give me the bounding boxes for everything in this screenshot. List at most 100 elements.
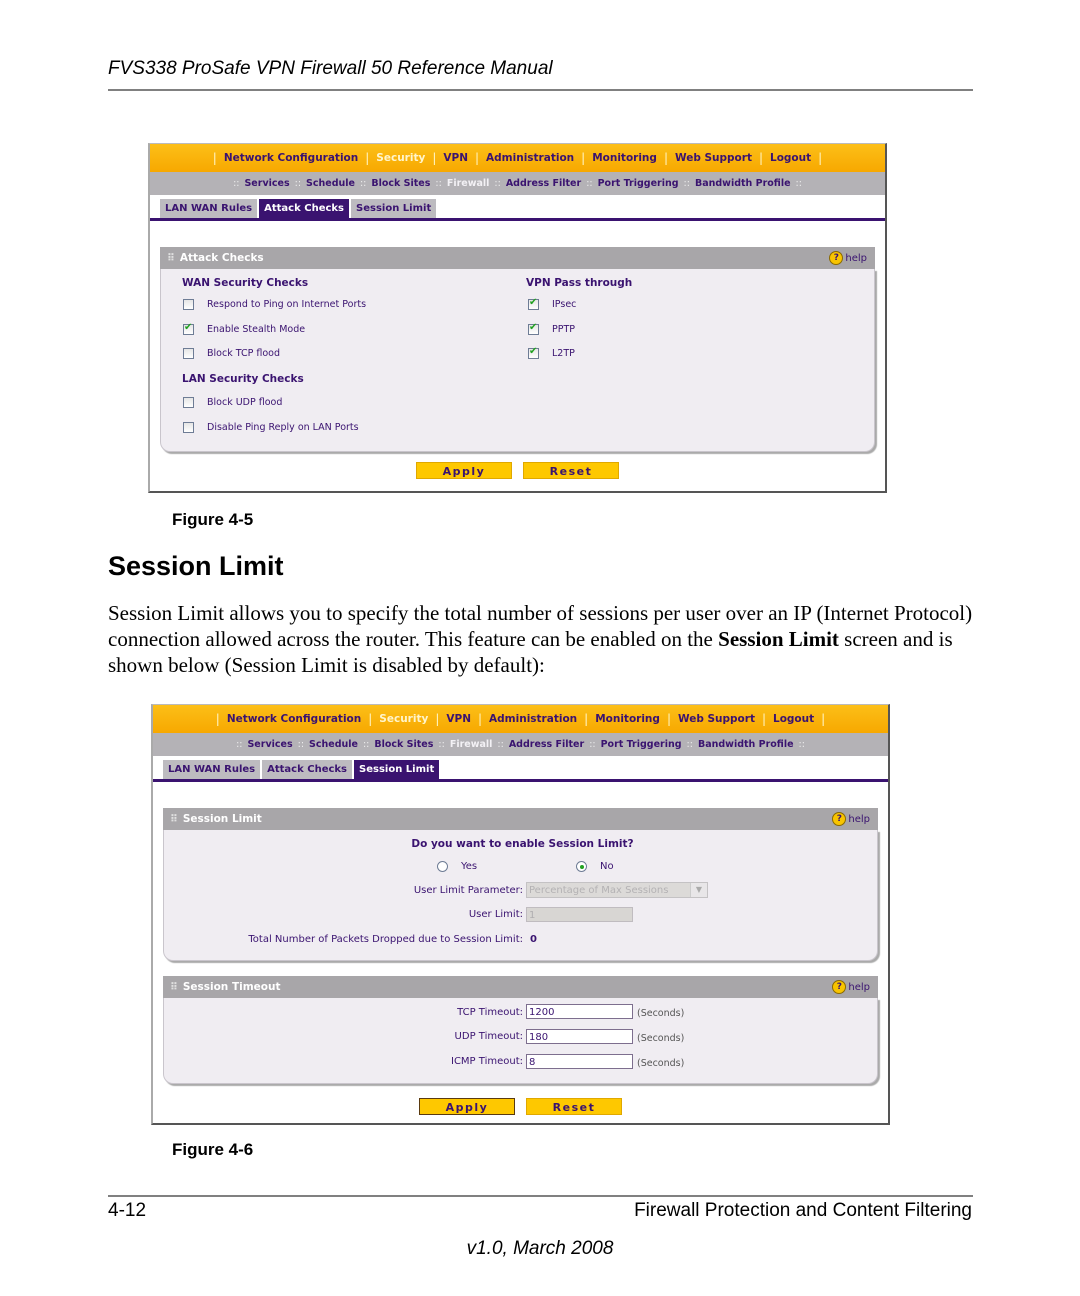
tab-session-limit[interactable]: Session Limit [351, 199, 437, 218]
nav-item-web-support[interactable]: Web Support [675, 152, 752, 164]
header-rule [108, 89, 973, 91]
chapter-title: Firewall Protection and Content Filterin… [634, 1200, 972, 1221]
subnav-item-bandwidth-profile[interactable]: Bandwidth Profile [698, 739, 794, 750]
subnav-item-firewall[interactable]: Firewall [450, 739, 493, 750]
icmp-timeout-label: ICMP Timeout: [451, 1056, 523, 1067]
checkbox[interactable] [528, 297, 539, 310]
nav-item-monitoring[interactable]: Monitoring [595, 713, 660, 725]
apply-button[interactable]: Apply [416, 462, 512, 479]
sub-nav: :: Services:: Schedule:: Block Sites:: Firew… [150, 172, 885, 195]
nav-item-monitoring[interactable]: Monitoring [592, 152, 657, 164]
user-limit-parameter-select[interactable]: Percentage of Max Sessions ▼ [526, 882, 708, 898]
reset-button[interactable]: Reset [526, 1098, 622, 1115]
grip-icon: ⠿ [167, 252, 175, 264]
checkbox-label: Disable Ping Reply on LAN Ports [207, 421, 359, 433]
radio-button-yes[interactable] [437, 861, 448, 872]
checkbox-row[interactable]: IPsec [528, 297, 576, 310]
checkbox[interactable] [183, 421, 194, 433]
nav-item-administration[interactable]: Administration [486, 152, 574, 164]
nav-item-network-configuration[interactable]: Network Configuration [224, 152, 358, 164]
help-label: help [848, 813, 870, 825]
checkbox[interactable] [183, 322, 194, 335]
nav-separator: | [212, 151, 217, 165]
figure-caption-4-5: Figure 4-5 [172, 510, 254, 529]
reset-button[interactable]: Reset [523, 462, 619, 479]
subnav-item-port-triggering[interactable]: Port Triggering [598, 178, 679, 189]
checkbox-row[interactable]: Block UDP flood [183, 397, 282, 408]
tab-lan-wan-rules[interactable]: LAN WAN Rules [163, 760, 261, 779]
subnav-item-address-filter[interactable]: Address Filter [506, 178, 581, 189]
checkbox-row[interactable]: Block TCP flood [183, 348, 280, 359]
checkbox[interactable] [183, 348, 194, 359]
help-link[interactable]: ? help [832, 980, 870, 994]
radio-no[interactable]: No [576, 861, 614, 872]
checkbox-label: Block UDP flood [207, 397, 283, 408]
sub-nav: :: Services:: Schedule:: Block Sites:: Firew… [153, 733, 888, 756]
manual-title: FVS338 ProSafe VPN Firewall 50 Reference… [108, 58, 553, 79]
subnav-item-bandwidth-profile[interactable]: Bandwidth Profile [695, 178, 791, 189]
radio-yes[interactable]: Yes [437, 861, 477, 872]
nav-item-logout[interactable]: Logout [770, 152, 811, 164]
tcp-timeout-input[interactable]: 1200 [526, 1004, 633, 1019]
nav-item-security[interactable]: Security [376, 152, 425, 164]
nav-item-administration[interactable]: Administration [489, 713, 577, 725]
nav-item-security[interactable]: Security [379, 713, 428, 725]
checkbox[interactable] [183, 299, 194, 310]
tab-attack-checks[interactable]: Attack Checks [262, 760, 353, 779]
lan-security-title: LAN Security Checks [182, 373, 304, 385]
subnav-item-schedule[interactable]: Schedule [309, 739, 358, 750]
user-limit-input[interactable]: 1 [526, 907, 633, 922]
subnav-separator: :: [497, 739, 504, 750]
nav-item-logout[interactable]: Logout [773, 713, 814, 725]
checkbox-row[interactable]: Disable Ping Reply on LAN Ports [183, 421, 359, 433]
packets-dropped-label: Total Number of Packets Dropped due to S… [248, 934, 523, 945]
paragraph-bold: Session Limit [718, 627, 839, 651]
subnav-item-address-filter[interactable]: Address Filter [509, 739, 584, 750]
checkbox-label: PPTP [552, 323, 575, 335]
radio-button-no[interactable] [576, 861, 587, 872]
subnav-separator: :: [435, 178, 442, 189]
checkbox-row[interactable]: Enable Stealth Mode [183, 322, 305, 335]
checkbox-row[interactable]: L2TP [528, 346, 575, 359]
subnav-item-firewall[interactable]: Firewall [447, 178, 490, 189]
apply-button[interactable]: Apply [419, 1098, 515, 1115]
tab-attack-checks[interactable]: Attack Checks [259, 199, 350, 218]
session-timeout-header: ⠿ Session Timeout ? help [163, 976, 878, 998]
nav-item-web-support[interactable]: Web Support [678, 713, 755, 725]
nav-item-network-configuration[interactable]: Network Configuration [227, 713, 361, 725]
checkbox-label: Block TCP flood [207, 348, 280, 359]
checkbox-row[interactable]: PPTP [528, 322, 575, 335]
checkbox[interactable] [528, 322, 539, 335]
session-limit-header: ⠿ Session Limit ? help [163, 808, 878, 830]
subnav-item-block-sites[interactable]: Block Sites [371, 178, 430, 189]
page-number: 4-12 [108, 1200, 147, 1221]
vpn-pass-through-title: VPN Pass through [526, 277, 633, 289]
screenshot-session-limit: | Network Configuration | Security | VPN | Admi… [151, 704, 890, 1125]
icmp-timeout-input[interactable]: 8 [526, 1054, 633, 1069]
subnav-item-port-triggering[interactable]: Port Triggering [601, 739, 682, 750]
section-heading: Session Limit [108, 551, 284, 581]
tab-session-limit[interactable]: Session Limit [354, 760, 440, 779]
section-title: Session Limit [182, 813, 262, 825]
checkbox-row[interactable]: Respond to Ping on Internet Ports [183, 299, 366, 310]
tab-lan-wan-rules[interactable]: LAN WAN Rules [160, 199, 258, 218]
icmp-timeout-unit: (Seconds) [637, 1058, 685, 1069]
user-limit-parameter-label: User Limit Parameter: [413, 885, 523, 896]
subnav-item-services[interactable]: Services [244, 178, 289, 189]
checkbox[interactable] [528, 346, 539, 359]
udp-timeout-unit: (Seconds) [637, 1033, 685, 1044]
nav-separator: | [821, 712, 826, 726]
subnav-item-block-sites[interactable]: Block Sites [374, 739, 433, 750]
checkbox[interactable] [183, 397, 194, 408]
radio-label-yes: Yes [461, 861, 478, 872]
nav-separator: | [368, 712, 373, 726]
help-link[interactable]: ? help [832, 812, 870, 826]
nav-item-vpn[interactable]: VPN [443, 152, 468, 164]
subnav-item-schedule[interactable]: Schedule [306, 178, 355, 189]
udp-timeout-label: UDP Timeout: [454, 1031, 523, 1042]
nav-item-vpn[interactable]: VPN [446, 713, 471, 725]
udp-timeout-input[interactable]: 180 [526, 1029, 633, 1044]
enable-question: Do you want to enable Session Limit? [411, 838, 634, 850]
help-link[interactable]: ? help [829, 251, 867, 265]
subnav-item-services[interactable]: Services [247, 739, 292, 750]
